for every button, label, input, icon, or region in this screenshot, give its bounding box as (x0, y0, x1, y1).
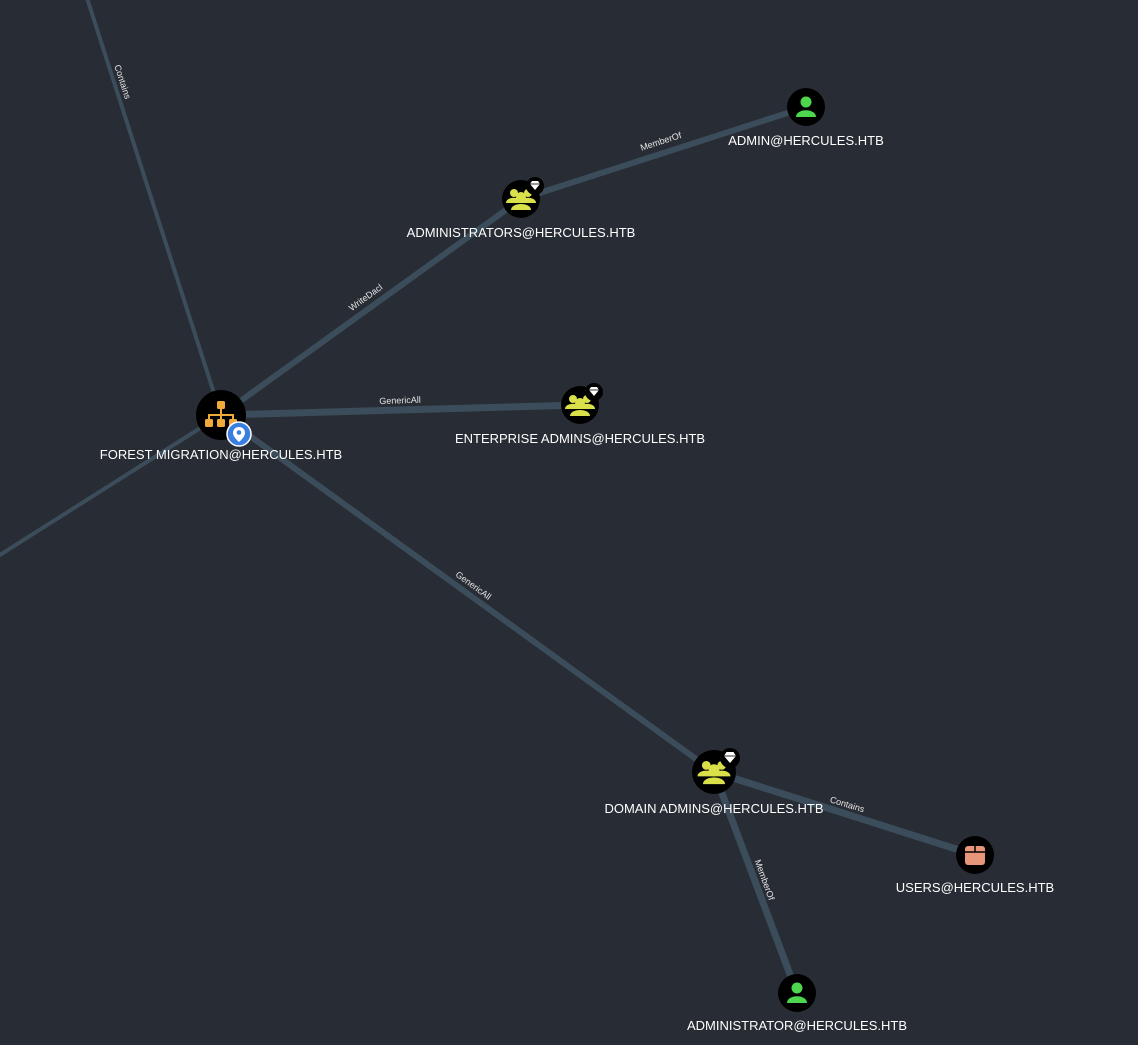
diamond-icon (585, 383, 603, 401)
edge-genericall-enterprise-admins[interactable]: GenericAll (217, 395, 584, 419)
node-admin[interactable]: ADMIN@HERCULES.HTB (728, 88, 884, 148)
node-label: ADMINISTRATORS@HERCULES.HTB (407, 225, 636, 240)
edge-contains-top[interactable]: Contains (85, 0, 223, 417)
edge-memberof-admin[interactable]: MemberOf (518, 104, 809, 202)
node-label: FOREST MIGRATION@HERCULES.HTB (100, 447, 342, 462)
diamond-icon (720, 748, 740, 768)
location-pin-icon (226, 421, 252, 447)
edge-label: GenericAll (379, 395, 421, 406)
node-administrators[interactable]: ADMINISTRATORS@HERCULES.HTB (407, 177, 636, 240)
node-label: ADMINISTRATOR@HERCULES.HTB (687, 1018, 907, 1033)
edge-offscreen-left[interactable] (0, 413, 223, 558)
node-users[interactable]: USERS@HERCULES.HTB (896, 836, 1054, 895)
diamond-icon (526, 177, 544, 195)
node-label: DOMAIN ADMINS@HERCULES.HTB (604, 801, 823, 816)
node-domain-admins[interactable]: DOMAIN ADMINS@HERCULES.HTB (604, 748, 824, 816)
node-forest-migration[interactable]: FOREST MIGRATION@HERCULES.HTB (100, 390, 342, 462)
edge-genericall-domain-admins[interactable]: GenericAll (218, 412, 717, 775)
box-icon (965, 846, 985, 865)
node-enterprise-admins[interactable]: ENTERPRISE ADMINS@HERCULES.HTB (455, 383, 705, 446)
node-label: USERS@HERCULES.HTB (896, 880, 1054, 895)
node-label: ADMIN@HERCULES.HTB (728, 133, 884, 148)
graph-canvas[interactable]: Contains MemberOf WriteDacl GenericAll G… (0, 0, 1138, 1045)
node-label: ENTERPRISE ADMINS@HERCULES.HTB (455, 431, 705, 446)
node-administrator[interactable]: ADMINISTRATOR@HERCULES.HTB (687, 974, 907, 1033)
